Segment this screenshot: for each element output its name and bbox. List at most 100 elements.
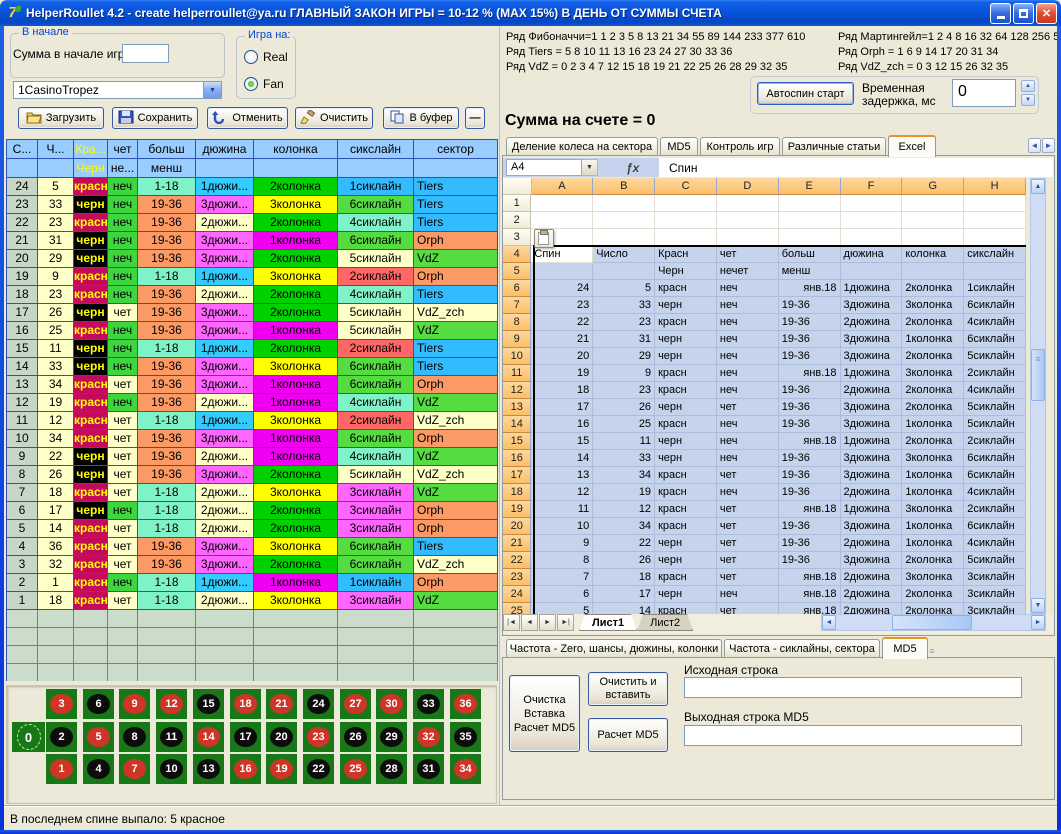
cell-G20[interactable]: 1колонка <box>902 518 964 535</box>
cell-H7[interactable]: 6сиклайн <box>964 297 1026 314</box>
tab-3[interactable]: Контроль игр <box>700 137 780 156</box>
horizontal-scroll-thumb[interactable] <box>892 615 972 630</box>
cell-G12[interactable]: 2колонка <box>902 382 964 399</box>
cell-E12[interactable]: 19-36 <box>779 382 841 399</box>
cell-H10[interactable]: 5сиклайн <box>964 348 1026 365</box>
cell-H16[interactable]: 6сиклайн <box>964 450 1026 467</box>
cell-B6[interactable]: 5 <box>593 280 655 297</box>
cell-B12[interactable]: 23 <box>593 382 655 399</box>
scroll-down-icon[interactable]: ▼ <box>1031 598 1045 613</box>
cell-A11[interactable]: 19 <box>531 365 593 382</box>
roulette-cell-2[interactable]: 2 <box>46 722 77 752</box>
cell-B15[interactable]: 11 <box>593 433 655 450</box>
combo-arrow-icon[interactable]: ▼ <box>203 82 221 98</box>
roulette-cell-26[interactable]: 26 <box>340 722 371 752</box>
roulette-cell-11[interactable]: 11 <box>156 722 187 752</box>
tabs-scroll-right-icon[interactable]: ► <box>1042 138 1055 153</box>
cell-B5[interactable] <box>593 263 655 280</box>
roulette-cell-15[interactable]: 15 <box>193 689 224 719</box>
cell-E23[interactable]: янв.18 <box>779 569 841 586</box>
cell-F14[interactable]: 3дюжина <box>841 416 903 433</box>
toolbar-button-5[interactable]: В буфер <box>383 107 459 129</box>
row-header-12[interactable]: 12 <box>503 382 531 399</box>
row-header-23[interactable]: 23 <box>503 569 531 586</box>
cell-F16[interactable]: 3дюжина <box>841 450 903 467</box>
column-header-A[interactable]: A <box>532 178 594 195</box>
cell-H3[interactable] <box>964 229 1026 246</box>
cell-E2[interactable] <box>779 212 841 229</box>
cell-G22[interactable]: 2колонка <box>902 552 964 569</box>
cell-F25[interactable]: 2дюжина <box>841 603 903 614</box>
roulette-cell-25[interactable]: 25 <box>340 754 371 784</box>
cell-A8[interactable]: 22 <box>531 314 593 331</box>
cell-F17[interactable]: 3дюжина <box>841 467 903 484</box>
cell-H15[interactable]: 2сиклайн <box>964 433 1026 450</box>
cell-D2[interactable] <box>717 212 779 229</box>
roulette-cell-23[interactable]: 23 <box>303 722 334 752</box>
cell-H4[interactable]: сикслайн <box>964 246 1026 263</box>
cell-G1[interactable] <box>902 195 964 212</box>
spinner-up-icon[interactable]: ▲ <box>1021 80 1035 92</box>
cell-A18[interactable]: 12 <box>531 484 593 501</box>
roulette-cell-30[interactable]: 30 <box>376 689 407 719</box>
cell-A20[interactable]: 10 <box>531 518 593 535</box>
roulette-cell-35[interactable]: 35 <box>450 722 481 752</box>
md5-output-field[interactable] <box>684 725 1022 746</box>
cell-A10[interactable]: 20 <box>531 348 593 365</box>
roulette-cell-6[interactable]: 6 <box>83 689 114 719</box>
roulette-cell-36[interactable]: 36 <box>450 689 481 719</box>
radio-fan[interactable]: Fan <box>244 77 284 91</box>
tab-4[interactable]: Различные статьи <box>782 137 886 156</box>
cell-E25[interactable]: янв.18 <box>779 603 841 614</box>
cell-B20[interactable]: 34 <box>593 518 655 535</box>
roulette-cell-34[interactable]: 34 <box>450 754 481 784</box>
cell-E3[interactable] <box>779 229 841 246</box>
cell-E13[interactable]: 19-36 <box>779 399 841 416</box>
cell-D23[interactable]: чет <box>717 569 779 586</box>
cell-A2[interactable] <box>531 212 593 229</box>
sheet-first-icon[interactable]: |◄ <box>503 614 520 631</box>
cell-C10[interactable]: черн <box>655 348 717 365</box>
cell-B23[interactable]: 18 <box>593 569 655 586</box>
sheet-tab-Лист1[interactable]: Лист1 <box>579 614 637 631</box>
md5-input-field[interactable] <box>684 677 1022 698</box>
cell-E6[interactable]: янв.18 <box>779 280 841 297</box>
scroll-up-icon[interactable]: ▲ <box>1031 179 1045 194</box>
cell-D7[interactable]: неч <box>717 297 779 314</box>
row-header-22[interactable]: 22 <box>503 552 531 569</box>
cell-F12[interactable]: 2дюжина <box>841 382 903 399</box>
cell-G14[interactable]: 1колонка <box>902 416 964 433</box>
toolbar-button-6[interactable]: — <box>465 107 485 129</box>
cell-B17[interactable]: 34 <box>593 467 655 484</box>
row-header-1[interactable]: 1 <box>503 195 531 212</box>
cell-G23[interactable]: 3колонка <box>902 569 964 586</box>
cell-B2[interactable] <box>593 212 655 229</box>
cell-G7[interactable]: 3колонка <box>902 297 964 314</box>
cell-B24[interactable]: 17 <box>593 586 655 603</box>
cell-F8[interactable]: 2дюжина <box>841 314 903 331</box>
column-header-G[interactable]: G <box>902 178 964 195</box>
cell-H22[interactable]: 5сиклайн <box>964 552 1026 569</box>
row-header-6[interactable]: 6 <box>503 280 531 297</box>
cell-F3[interactable] <box>841 229 903 246</box>
roulette-cell-14[interactable]: 14 <box>193 722 224 752</box>
cell-H2[interactable] <box>964 212 1026 229</box>
row-header-24[interactable]: 24 <box>503 586 531 603</box>
cell-H6[interactable]: 1сиклайн <box>964 280 1026 297</box>
cell-A14[interactable]: 16 <box>531 416 593 433</box>
roulette-cell-13[interactable]: 13 <box>193 754 224 784</box>
cell-H13[interactable]: 5сиклайн <box>964 399 1026 416</box>
cell-G8[interactable]: 2колонка <box>902 314 964 331</box>
cell-name-box[interactable]: A4 <box>506 159 582 176</box>
md5-clear-and-insert-button[interactable]: Очистить и вставить <box>588 672 668 706</box>
tabs-scroll-left-icon[interactable]: ◄ <box>1028 138 1041 153</box>
cell-F19[interactable]: 1дюжина <box>841 501 903 518</box>
cell-D18[interactable]: неч <box>717 484 779 501</box>
roulette-cell-22[interactable]: 22 <box>303 754 334 784</box>
cell-A15[interactable]: 15 <box>531 433 593 450</box>
cell-E17[interactable]: 19-36 <box>779 467 841 484</box>
cell-G21[interactable]: 1колонка <box>902 535 964 552</box>
cell-F13[interactable]: 3дюжина <box>841 399 903 416</box>
cell-D12[interactable]: неч <box>717 382 779 399</box>
cell-H9[interactable]: 6сиклайн <box>964 331 1026 348</box>
